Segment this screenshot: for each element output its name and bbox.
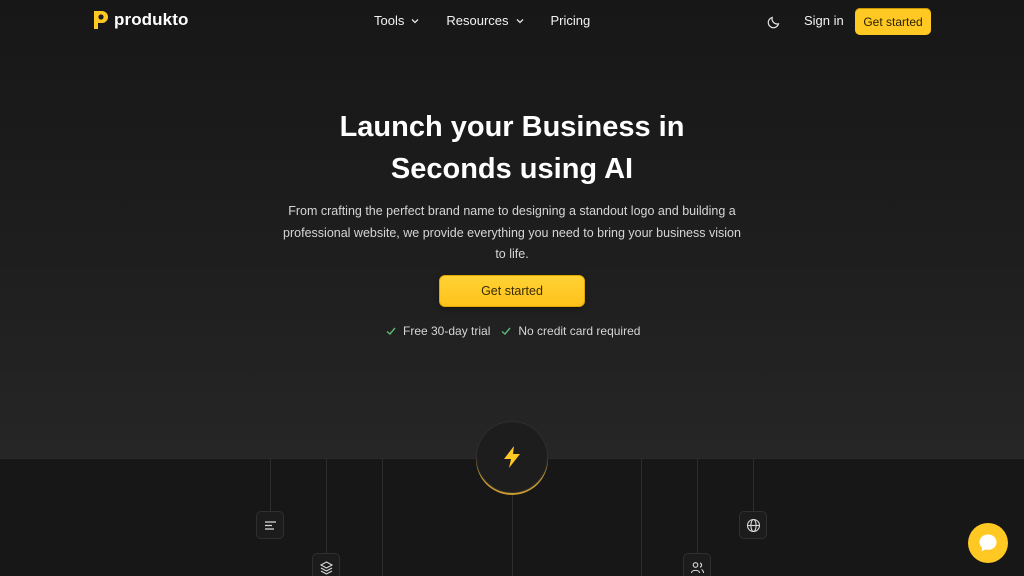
hero-title: Launch your Business in Seconds using AI	[262, 106, 762, 190]
nav-resources-label: Resources	[446, 13, 509, 28]
nav-tools[interactable]: Tools	[374, 13, 420, 28]
hero-title-line2: Seconds using AI	[390, 153, 634, 185]
node-layers	[312, 553, 340, 576]
node-users	[683, 553, 711, 576]
node-text	[256, 511, 284, 539]
hub-circle	[476, 421, 548, 493]
globe-icon	[746, 518, 760, 532]
nav-get-started-button[interactable]: Get started	[855, 8, 931, 35]
hero-checklist: Free 30-day trial No credit card require…	[385, 324, 640, 338]
chat-bubble-icon	[979, 534, 997, 552]
hero-subtitle: From crafting the perfect brand name to …	[283, 204, 741, 261]
connector-line	[512, 493, 513, 576]
nav-links: Tools Resources Pricing	[374, 13, 616, 28]
navbar: produkto Tools Resources Pricing Sign in…	[0, 0, 1024, 42]
hero-get-started-button[interactable]: Get started	[439, 275, 585, 307]
check-label: Free 30-day trial	[403, 324, 491, 338]
lightning-bolt-icon	[504, 446, 520, 468]
check-icon	[386, 327, 396, 335]
check-item: Free 30-day trial	[385, 324, 490, 338]
connector-line	[697, 459, 698, 554]
brand-logo[interactable]: produkto	[92, 10, 188, 30]
nav-pricing[interactable]: Pricing	[551, 13, 591, 28]
brand-name: produkto	[114, 10, 189, 29]
chevron-down-icon	[516, 18, 523, 23]
nav-tools-label: Tools	[374, 13, 405, 28]
align-left-icon	[264, 520, 276, 530]
chevron-down-icon	[411, 18, 419, 23]
chat-launcher-button[interactable]	[968, 523, 1008, 563]
nav-pricing-label: Pricing	[550, 13, 591, 28]
hero-title-line1: Launch your Business in	[339, 111, 685, 143]
sign-in-link[interactable]: Sign in	[804, 13, 844, 28]
connector-line	[641, 459, 642, 576]
connector-line	[753, 459, 754, 511]
layers-icon	[319, 560, 333, 575]
connector-line	[326, 459, 327, 554]
check-icon	[501, 327, 511, 335]
connector-line	[382, 459, 383, 576]
connector-line	[270, 459, 271, 511]
users-icon	[690, 561, 704, 573]
check-label: No credit card required	[518, 324, 641, 338]
nav-resources[interactable]: Resources	[446, 13, 524, 28]
moon-icon[interactable]	[767, 13, 783, 29]
node-globe	[739, 511, 767, 539]
logo-icon	[94, 11, 108, 29]
check-item: No credit card required	[500, 324, 640, 338]
